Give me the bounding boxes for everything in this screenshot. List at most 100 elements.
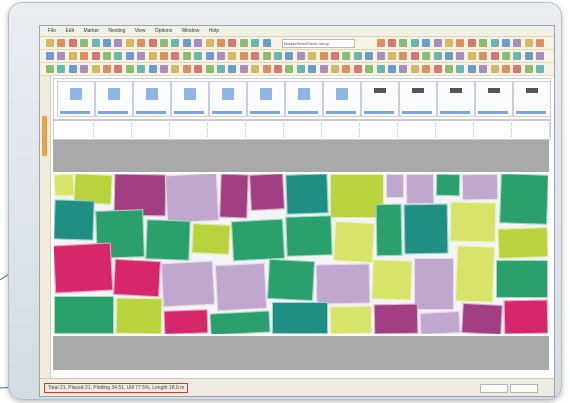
marker-piece[interactable] [375,203,403,257]
toolbar-button[interactable] [365,52,374,60]
marker-piece[interactable] [503,299,548,334]
marker-piece[interactable] [113,258,161,298]
toolbar-button[interactable] [274,52,282,60]
toolbar-button[interactable] [68,52,77,60]
toolbar-button[interactable] [103,52,111,60]
toolbar-button[interactable] [490,65,499,73]
marker-piece[interactable] [329,305,373,334]
toolbar-button[interactable] [353,65,362,73]
toolbar-button[interactable] [125,39,134,47]
toolbar-button[interactable] [114,65,123,73]
marker-piece[interactable] [230,218,286,262]
marker-piece[interactable] [497,227,548,259]
marker-piece[interactable] [373,303,419,334]
toolbar-button[interactable] [262,65,271,73]
toolbar-button[interactable] [251,39,260,47]
toolbar-button[interactable] [342,65,351,73]
toolbar-button[interactable] [125,65,134,73]
marker-piece[interactable] [332,220,376,264]
toolbar-button[interactable] [365,65,374,73]
toolbar-button[interactable] [194,65,203,73]
marker-canvas[interactable] [54,174,548,334]
toolbar-button[interactable] [262,39,271,47]
toolbar-button[interactable] [57,39,66,47]
toolbar-button[interactable] [308,65,317,73]
toolbar-button[interactable] [160,65,168,73]
marker-piece[interactable] [249,174,285,211]
marker-piece[interactable] [461,302,503,334]
marker-piece[interactable] [461,174,499,201]
toolbar-button[interactable] [513,65,522,73]
toolbar-button[interactable] [433,52,442,60]
toolbar-button[interactable] [467,39,476,47]
toolbar-button[interactable] [502,52,510,60]
marker-piece[interactable] [435,174,461,197]
toolbar-button[interactable] [422,39,431,47]
toolbar-button[interactable] [160,39,168,47]
menu-item-window[interactable]: Window [182,26,200,36]
toolbar-button[interactable] [445,52,453,60]
toolbar-button[interactable] [331,52,339,60]
marker-piece[interactable] [160,260,216,308]
toolbar-button[interactable] [239,65,248,73]
toolbar-button[interactable] [148,65,157,73]
toolbar-button[interactable] [182,39,191,47]
marker-piece[interactable] [145,219,191,261]
marker-piece[interactable] [163,309,209,334]
marker-setup-field[interactable]: Marker/Nest/Fabric setup [282,39,355,48]
toolbar-button[interactable] [490,39,499,47]
toolbar-button[interactable] [433,39,442,47]
marker-piece[interactable] [455,245,495,303]
toolbar-button[interactable] [91,52,100,60]
toolbar-button[interactable] [80,52,89,60]
piece-thumbnail[interactable] [171,81,209,117]
marker-piece[interactable] [191,223,231,255]
toolbar-button[interactable] [251,65,260,73]
toolbar-button[interactable] [376,52,385,60]
toolbar-button[interactable] [285,52,294,60]
toolbar-button[interactable] [388,39,396,47]
marker-piece[interactable] [285,174,329,215]
piece-thumbnail[interactable] [513,81,551,117]
piece-thumbnail[interactable] [57,81,95,117]
toolbar-button[interactable] [308,52,317,60]
toolbar-button[interactable] [57,52,66,60]
toolbar-button[interactable] [513,52,522,60]
toolbar-button[interactable] [228,39,237,47]
toolbar-button[interactable] [422,52,431,60]
toolbar-button[interactable] [160,52,168,60]
toolbar-button[interactable] [217,65,225,73]
marker-piece[interactable] [54,242,114,294]
piece-thumbnail[interactable] [285,81,323,117]
marker-piece[interactable] [403,203,449,255]
marker-piece[interactable] [285,215,333,257]
toolbar-button[interactable] [536,52,545,60]
toolbar-button[interactable] [251,52,260,60]
toolbar-button[interactable] [467,65,476,73]
toolbar-button[interactable] [46,65,54,73]
menu-item-marker[interactable]: Marker [83,26,99,36]
marker-piece[interactable] [266,258,316,302]
toolbar-button[interactable] [274,65,282,73]
toolbar-button[interactable] [319,52,328,60]
marker-piece[interactable] [219,174,249,219]
toolbar-button[interactable] [228,52,237,60]
toolbar-button[interactable] [239,39,248,47]
piece-thumbnail[interactable] [399,81,437,117]
toolbar-button[interactable] [513,39,522,47]
toolbar-button[interactable] [410,52,419,60]
toolbar-button[interactable] [467,52,476,60]
toolbar-button[interactable] [376,39,385,47]
marker-piece[interactable] [315,263,371,305]
toolbar-button[interactable] [148,39,157,47]
toolbar-button[interactable] [296,65,305,73]
toolbar-button[interactable] [536,39,545,47]
toolbar-button[interactable] [57,65,66,73]
toolbar-button[interactable] [479,39,488,47]
toolbar-button[interactable] [502,65,510,73]
piece-thumbnail[interactable] [209,81,247,117]
toolbar-button[interactable] [399,65,408,73]
toolbar-button[interactable] [182,65,191,73]
menu-item-nesting[interactable]: Nesting [108,26,125,36]
toolbar-button[interactable] [217,52,225,60]
